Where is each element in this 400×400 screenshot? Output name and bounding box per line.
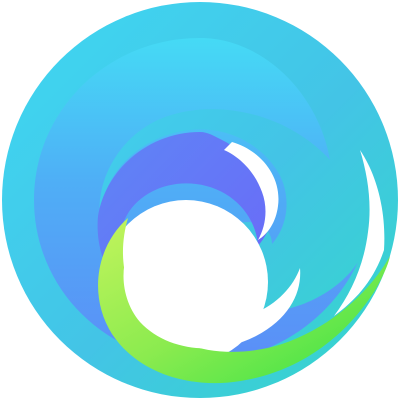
wave-swirl-logo-icon	[2, 2, 398, 398]
logo-canvas	[0, 0, 400, 400]
